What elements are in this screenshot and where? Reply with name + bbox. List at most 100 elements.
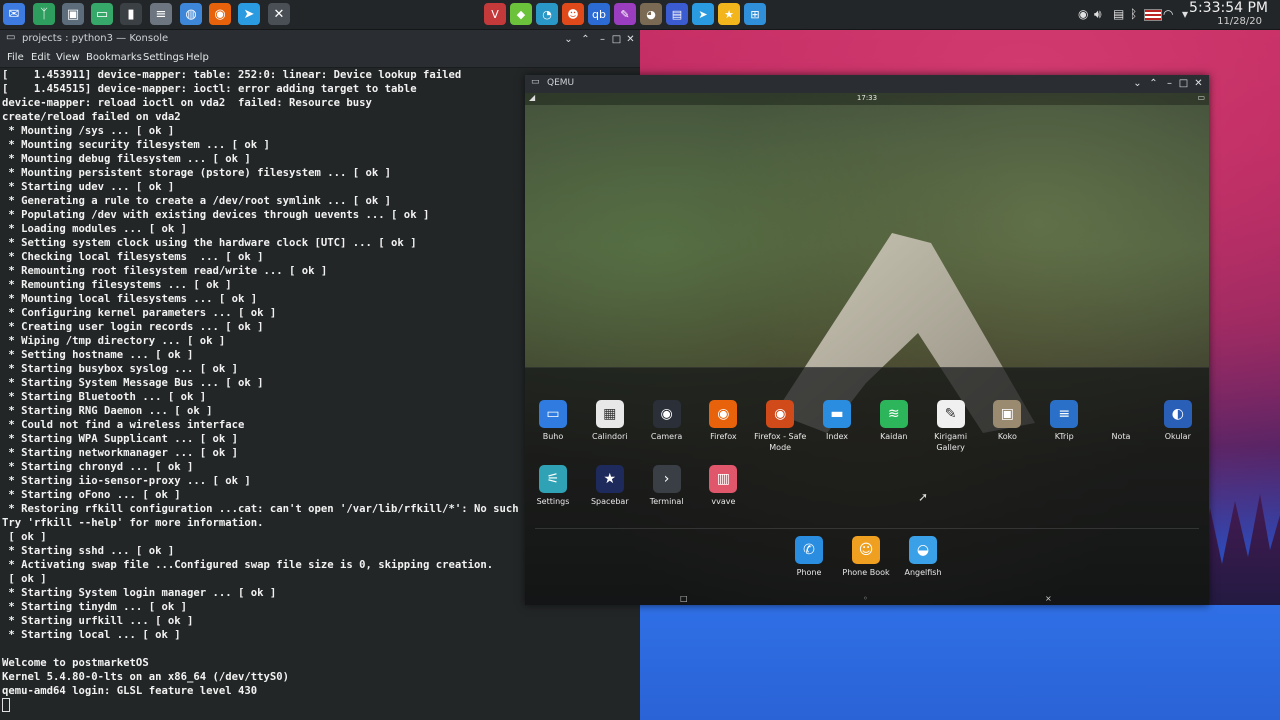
- task-switcher-icon[interactable]: □: [680, 594, 688, 603]
- app-label: Firefox - Safe Mode: [754, 432, 807, 452]
- menu-edit[interactable]: Edit: [31, 52, 50, 63]
- close-app-icon[interactable]: ×: [1045, 594, 1052, 603]
- chevron-up-icon[interactable]: ⌃: [579, 33, 592, 46]
- phone-book-icon: ☺: [852, 536, 880, 564]
- app-launcher[interactable]: ▬ Index: [809, 400, 865, 442]
- nota-icon: [1107, 400, 1135, 428]
- globe-icon[interactable]: ◍: [180, 3, 202, 25]
- minimize-button[interactable]: –: [596, 33, 609, 46]
- owl-icon[interactable]: ☻: [562, 3, 584, 25]
- close-button[interactable]: ✕: [624, 33, 637, 46]
- qbittorrent-icon[interactable]: qb: [588, 3, 610, 25]
- app-launcher[interactable]: ◉ Camera: [639, 400, 695, 442]
- maximize-button[interactable]: □: [610, 33, 623, 46]
- app-launcher[interactable]: ★ Spacebar: [582, 465, 638, 507]
- notes-icon[interactable]: ≡: [150, 3, 172, 25]
- app-launcher[interactable]: ≡ KTrip: [1036, 400, 1092, 442]
- terminal-app-icon: ›: [652, 465, 681, 493]
- qemu-titlebar[interactable]: ▭ QEMU ⌄ ⌃ – □ ✕: [525, 75, 1209, 93]
- menu-help[interactable]: Help: [186, 52, 209, 63]
- chevron-down-icon[interactable]: ▾: [1182, 7, 1188, 21]
- app-label: Terminal: [649, 497, 684, 506]
- wifi-icon[interactable]: ◠: [1163, 7, 1173, 21]
- bluetooth-icon[interactable]: ᛒ: [1130, 7, 1137, 21]
- navigation-bar: □ ◦ ×: [525, 594, 1209, 605]
- app-label: Calindori: [592, 432, 628, 441]
- firefox-app-icon: ◉: [709, 400, 738, 428]
- app-label: Firefox: [710, 432, 737, 441]
- window-menu-icon[interactable]: ▭: [6, 32, 15, 43]
- app-launcher[interactable]: ⚟ Settings: [525, 465, 581, 507]
- app-label: vvave: [711, 497, 736, 506]
- chevron-down-icon[interactable]: ⌄: [1131, 77, 1144, 90]
- app-label: Buho: [542, 432, 564, 441]
- app-launcher[interactable]: ▦ Calindori: [582, 400, 638, 442]
- firefox-icon[interactable]: ◉: [209, 3, 231, 25]
- telegram-icon[interactable]: ➤: [238, 3, 260, 25]
- close-app-icon[interactable]: ✕: [268, 3, 290, 25]
- window-title: projects : python3 — Konsole: [22, 33, 169, 44]
- terminal-line: Welcome to postmarketOS: [2, 657, 149, 669]
- app-launcher[interactable]: ◐ Okular: [1150, 400, 1206, 442]
- app-label: Phone Book: [842, 568, 890, 577]
- app-icon-green[interactable]: ᛉ: [33, 3, 55, 25]
- app-label: Nota: [1111, 432, 1131, 441]
- home-icon[interactable]: ◦: [863, 594, 868, 603]
- phone-status-bar[interactable]: ◢ 17:33 ▭: [525, 93, 1209, 105]
- text-cursor: [2, 698, 10, 712]
- terminal-line: qemu-amd64 login: GLSL feature level 430: [2, 685, 258, 697]
- clock-date[interactable]: 11/28/20: [1217, 16, 1262, 27]
- terminal-line: Kernel 5.4.80-0-lts on an x86_64 (/dev/t…: [2, 671, 290, 683]
- menu-file[interactable]: File: [7, 52, 24, 63]
- thunderbird-icon[interactable]: ✉: [3, 3, 25, 25]
- terminal-icon[interactable]: ▮: [120, 3, 142, 25]
- star-icon[interactable]: ★: [718, 3, 740, 25]
- document-icon[interactable]: ▤: [666, 3, 688, 25]
- app-launcher[interactable]: ≋ Kaidan: [866, 400, 922, 442]
- app-launcher[interactable]: ▣ Koko: [979, 400, 1035, 442]
- app-launcher[interactable]: ✎ Kirigami Gallery: [923, 400, 979, 453]
- app-launcher[interactable]: ◉ Firefox - Safe Mode: [752, 400, 808, 453]
- pen-icon[interactable]: ✎: [614, 3, 636, 25]
- app-launcher[interactable]: ✆ Phone: [781, 536, 837, 578]
- top-panel: ✉ ᛉ ▣ ▭ ▮ ≡ ◍ ◉ ➤ ✕ V ◆ ◔ ☻ qb ✎ ◕ ▤ ➤ ★ ⊞ ◉ 🔊︎ ▤ ᛒ ◠ ▾ 5:3…: [0, 0, 1280, 30]
- volume-icon[interactable]: 🔊︎: [1094, 7, 1102, 22]
- chevron-up-icon[interactable]: ⌃: [1147, 77, 1160, 90]
- minimize-button[interactable]: –: [1163, 77, 1176, 90]
- terminal-line: * Starting local ... [ ok ]: [2, 629, 181, 641]
- settings-app-icon: ⚟: [539, 465, 567, 493]
- menu-view[interactable]: View: [56, 52, 80, 63]
- vm-screen[interactable]: ◢ 17:33 ▭ ▭ Buho ▦ Calindori ◉ Camera ◉ Firefox…: [525, 93, 1209, 605]
- gimp-icon[interactable]: ◕: [640, 3, 662, 25]
- chevron-down-icon[interactable]: ⌄: [562, 33, 575, 46]
- app-launcher[interactable]: ☺ Phone Book: [838, 536, 894, 578]
- app-launcher[interactable]: Nota: [1093, 400, 1149, 442]
- app-launcher[interactable]: ▭ Buho: [525, 400, 581, 442]
- okular-icon: ◐: [1163, 400, 1192, 428]
- folder-icon[interactable]: ▭: [91, 3, 113, 25]
- keyboard-layout-flag-icon[interactable]: [1144, 9, 1162, 21]
- vvave-icon: ▥: [709, 465, 738, 493]
- app-launcher[interactable]: ▥ vvave: [695, 465, 751, 507]
- shopping-bag-icon[interactable]: ▣: [62, 3, 84, 25]
- record-icon[interactable]: ◉: [1078, 7, 1088, 21]
- menu-settings[interactable]: Settings: [143, 52, 184, 63]
- konsole-titlebar[interactable]: ▭ projects : python3 — Konsole ⌄ ⌃ – □ ✕: [0, 30, 640, 50]
- close-button[interactable]: ✕: [1192, 77, 1205, 90]
- app-launcher[interactable]: ◒ Angelfish: [895, 536, 951, 578]
- cube-icon[interactable]: ◆: [510, 3, 532, 25]
- calculator-icon[interactable]: ⊞: [744, 3, 766, 25]
- app-launcher[interactable]: ◉ Firefox: [695, 400, 751, 442]
- clipboard-icon[interactable]: ▤: [1113, 7, 1124, 21]
- maximize-button[interactable]: □: [1177, 77, 1190, 90]
- app-label: Kirigami Gallery: [934, 432, 968, 452]
- window-menu-icon[interactable]: ▭: [531, 77, 540, 87]
- telegram-tray-icon[interactable]: ➤: [692, 3, 714, 25]
- clock-time[interactable]: 5:33:54 PM: [1189, 0, 1268, 16]
- vivaldi-icon[interactable]: V: [484, 3, 506, 25]
- terminal-line: * Starting urfkill ... [ ok ]: [2, 615, 194, 627]
- speedometer-icon[interactable]: ◔: [536, 3, 558, 25]
- menu-bookmarks[interactable]: Bookmarks: [86, 52, 142, 63]
- app-launcher[interactable]: › Terminal: [639, 465, 695, 507]
